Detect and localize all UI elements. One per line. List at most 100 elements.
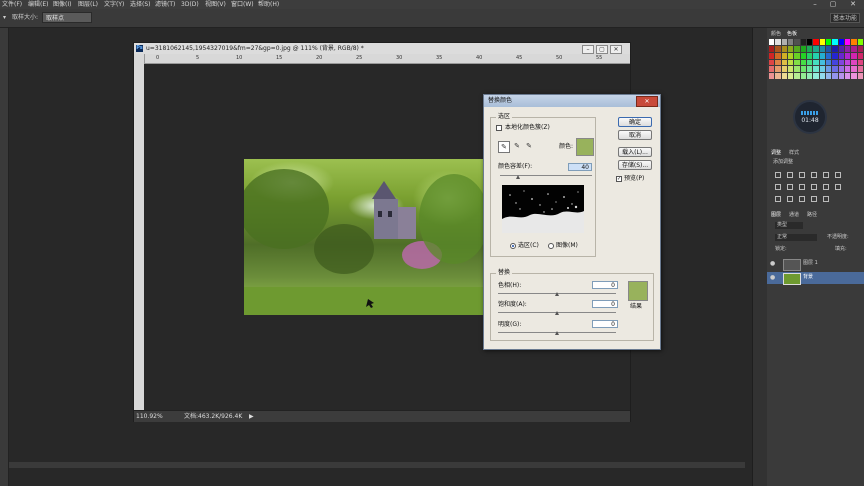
swatch-cell[interactable] xyxy=(800,45,806,52)
swatch-cell[interactable] xyxy=(857,45,863,52)
hue-sat-icon[interactable] xyxy=(775,184,781,190)
swatch-cell[interactable] xyxy=(826,52,832,59)
tab-layers[interactable]: 图层 xyxy=(771,212,781,219)
swatch-cell[interactable] xyxy=(832,73,838,79)
swatch-cell[interactable] xyxy=(769,73,775,79)
selection-radio[interactable] xyxy=(510,243,516,249)
swatch-cell[interactable] xyxy=(819,73,825,79)
swatch-cell[interactable] xyxy=(845,52,851,59)
swatch-cell[interactable] xyxy=(781,52,787,59)
menu-image[interactable]: 图像(I) xyxy=(53,0,71,9)
visibility-eye-icon[interactable]: ● xyxy=(770,274,775,281)
swatch-cell[interactable] xyxy=(807,52,813,59)
eyedropper-tool-icon[interactable]: ▾ xyxy=(3,13,6,23)
dialog-close-button[interactable]: ✕ xyxy=(636,96,658,107)
swatch-cell[interactable] xyxy=(769,39,775,45)
eyedropper-icon[interactable]: ✎ xyxy=(498,141,510,153)
swatch-cell[interactable] xyxy=(832,59,838,66)
swatch-cell[interactable] xyxy=(813,59,819,66)
doc-minimize-icon[interactable]: – xyxy=(582,45,594,54)
swatch-cell[interactable] xyxy=(807,39,813,45)
swatch-cell[interactable] xyxy=(788,39,794,45)
result-color-swatch[interactable] xyxy=(628,281,648,301)
tools-panel[interactable] xyxy=(0,28,9,486)
ruler-horizontal[interactable]: 0 5 10 15 20 25 30 35 40 45 50 55 xyxy=(144,54,630,64)
lightness-input[interactable]: 0 xyxy=(592,320,618,328)
swatch-cell[interactable] xyxy=(845,66,851,73)
lightness-slider-knob[interactable] xyxy=(555,331,559,335)
swatch-cell[interactable] xyxy=(788,45,794,52)
minimize-icon[interactable]: – xyxy=(808,0,822,9)
color-balance-icon[interactable] xyxy=(787,184,793,190)
swatch-cell[interactable] xyxy=(775,66,781,73)
threshold-icon[interactable] xyxy=(799,196,805,202)
ok-button[interactable]: 确定 xyxy=(618,117,652,127)
visibility-eye-icon[interactable]: ● xyxy=(770,260,775,267)
menu-window[interactable]: 窗口(W) xyxy=(231,0,254,9)
swatch-cell[interactable] xyxy=(781,45,787,52)
swatch-cell[interactable] xyxy=(857,52,863,59)
swatch-cell[interactable] xyxy=(781,73,787,79)
vibrance-icon[interactable] xyxy=(823,172,829,178)
swatch-cell[interactable] xyxy=(794,39,800,45)
swatch-cell[interactable] xyxy=(857,59,863,66)
swatch-cell[interactable] xyxy=(845,59,851,66)
swatch-cell[interactable] xyxy=(838,39,844,45)
hue-slider-knob[interactable] xyxy=(555,292,559,296)
tab-adjustments[interactable]: 调整 xyxy=(771,150,781,157)
swatch-cell[interactable] xyxy=(832,66,838,73)
swatch-cell[interactable] xyxy=(851,52,857,59)
levels-icon[interactable] xyxy=(787,172,793,178)
swatch-cell[interactable] xyxy=(838,73,844,79)
swatch-cell[interactable] xyxy=(819,52,825,59)
horizontal-scrollbar[interactable] xyxy=(9,462,745,468)
swatch-cell[interactable] xyxy=(813,45,819,52)
hue-input[interactable]: 0 xyxy=(592,281,618,289)
doc-restore-icon[interactable]: ▢ xyxy=(596,45,608,54)
swatch-cell[interactable] xyxy=(857,66,863,73)
triangle-icon[interactable] xyxy=(835,172,841,178)
swatch-cell[interactable] xyxy=(838,66,844,73)
swatch-cell[interactable] xyxy=(845,73,851,79)
panel-dock-strip[interactable] xyxy=(752,28,767,486)
saturation-input[interactable]: 0 xyxy=(592,300,618,308)
tab-styles[interactable]: 样式 xyxy=(789,150,799,157)
document-titlebar[interactable]: Ps u=3181062145,1954327019&fm=27&gp=0.jp… xyxy=(134,43,630,54)
swatch-cell[interactable] xyxy=(851,39,857,45)
swatch-cell[interactable] xyxy=(832,45,838,52)
swatch-cell[interactable] xyxy=(832,52,838,59)
menu-edit[interactable]: 编辑(E) xyxy=(28,0,48,9)
swatch-cell[interactable] xyxy=(845,39,851,45)
swatch-cell[interactable] xyxy=(819,45,825,52)
swatch-cell[interactable] xyxy=(832,39,838,45)
curves-icon[interactable] xyxy=(799,172,805,178)
swatch-cell[interactable] xyxy=(800,52,806,59)
swatch-cell[interactable] xyxy=(775,59,781,66)
layer-kind-filter[interactable]: 类型 xyxy=(775,222,803,229)
swatch-cell[interactable] xyxy=(794,45,800,52)
swatch-cell[interactable] xyxy=(826,73,832,79)
swatch-cell[interactable] xyxy=(775,39,781,45)
swatch-cell[interactable] xyxy=(800,39,806,45)
saturation-slider-knob[interactable] xyxy=(555,311,559,315)
tab-swatches[interactable]: 色板 xyxy=(787,31,797,38)
swatch-cell[interactable] xyxy=(813,73,819,79)
fuzziness-slider[interactable] xyxy=(500,175,592,176)
swatch-cell[interactable] xyxy=(838,59,844,66)
swatch-cell[interactable] xyxy=(800,59,806,66)
tab-color[interactable]: 颜色 xyxy=(771,31,781,38)
swatch-cell[interactable] xyxy=(813,39,819,45)
menu-filter[interactable]: 滤镜(T) xyxy=(155,0,175,9)
canvas-photo[interactable] xyxy=(244,159,484,315)
swatch-cell[interactable] xyxy=(781,59,787,66)
menu-type[interactable]: 文字(Y) xyxy=(104,0,124,9)
swatch-cell[interactable] xyxy=(800,66,806,73)
swatch-cell[interactable] xyxy=(838,52,844,59)
restore-icon[interactable]: ▢ xyxy=(826,0,840,9)
doc-close-icon[interactable]: ✕ xyxy=(610,45,622,54)
menu-3d[interactable]: 3D(D) xyxy=(181,0,199,9)
save-button[interactable]: 存储(S)... xyxy=(618,160,652,170)
close-icon[interactable]: ✕ xyxy=(846,0,860,9)
gradient-map-icon[interactable] xyxy=(811,196,817,202)
load-button[interactable]: 载入(L)... xyxy=(618,147,652,157)
